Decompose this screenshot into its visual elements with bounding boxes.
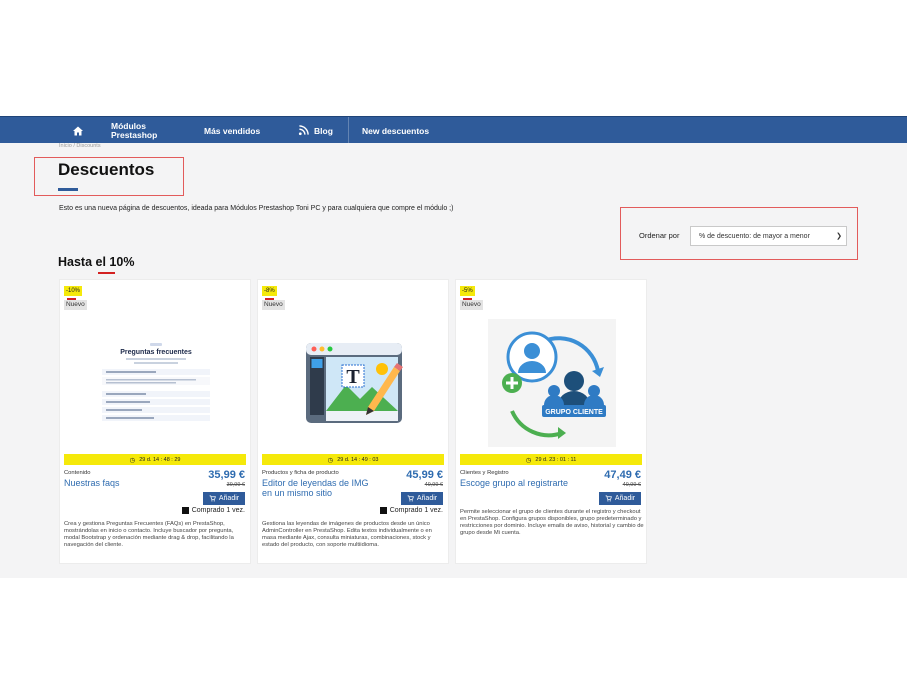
cart-icon [407,495,414,502]
product-category: Contenido [64,470,91,476]
bought-label: Comprado 1 vez. [389,507,443,514]
product-card[interactable]: -5% Nuevo GRUPO CLIENTE ◷ 29 d. 23: 01 … [455,279,647,564]
countdown-timer: ◷ 29 d. 23 : 01 : 11 [460,454,642,465]
countdown-value: 29 d. 23 : 01 : 11 [535,456,577,463]
faq-thumbnail: Preguntas frecuentes [94,339,218,427]
product-name[interactable]: Nuestras faqs [64,478,174,488]
sort-selected-value: % de descuento: de mayor a menor [699,232,810,240]
clock-icon: ◷ [129,456,136,464]
home-link[interactable] [68,117,88,144]
product-old-price: 49,99 € [622,482,641,488]
section-title: Hasta el 10% [58,255,135,269]
chevron-down-icon: ❯ [836,233,842,240]
add-to-cart-label: Añadir [614,495,636,502]
add-to-cart-button[interactable]: Añadir [401,492,443,505]
svg-text:T: T [346,366,360,388]
bag-icon [379,507,387,514]
discount-badge: -10% [64,286,83,296]
new-tag: Nuevo [262,300,285,310]
nav-divider [348,117,349,144]
cart-icon [209,495,216,502]
product-image[interactable]: T [258,313,450,453]
product-category: Productos y ficha de producto [262,470,339,476]
add-to-cart-label: Añadir [416,495,438,502]
group-image-label: GRUPO CLIENTE [545,409,603,416]
new-tag: Nuevo [460,300,483,310]
product-price: 45,99 € [406,469,443,481]
product-image[interactable]: Preguntas frecuentes [60,313,252,453]
nav-blog-label: Blog [314,125,333,136]
cart-icon [605,495,612,502]
blog-icon [298,125,309,136]
countdown-value: 29 d. 14 : 48 : 29 [139,456,181,463]
bought-count: Comprado 1 vez. [379,507,443,514]
product-description: Crea y gestiona Preguntas Frecuentes (FA… [64,521,234,548]
section-underline [98,272,115,274]
nav-modulos-line2: Prestashop [111,129,158,140]
product-price: 35,99 € [208,469,245,481]
title-underline [58,188,78,191]
countdown-timer: ◷ 29 d. 14 : 48 : 29 [64,454,246,465]
bought-label: Comprado 1 vez. [191,507,245,514]
product-description: Gestiona las leyendas de imágenes de pro… [262,521,432,548]
product-name[interactable]: Editor de leyendas de IMG en un mismo si… [262,478,372,498]
nav-modulos-prestashop[interactable]: Módulos Prestashop [111,117,157,144]
discount-badge: -8% [262,286,277,296]
add-to-cart-label: Añadir [218,495,240,502]
product-image[interactable]: GRUPO CLIENTE [456,313,648,453]
add-to-cart-button[interactable]: Añadir [203,492,245,505]
bag-icon [181,507,189,514]
product-price: 47,49 € [604,469,641,481]
discount-badge: -5% [460,286,475,296]
sort-select[interactable]: % de descuento: de mayor a menor ❯ [690,226,847,246]
breadcrumb[interactable]: Inicio / Discounts [59,143,101,149]
product-category: Clientes y Registro [460,470,509,476]
page-title: Descuentos [58,160,155,179]
countdown-value: 29 d. 14 : 49 : 03 [337,456,379,463]
customer-group-icon: GRUPO CLIENTE [488,319,616,447]
home-icon [73,126,83,135]
product-card[interactable]: -10% Nuevo Preguntas frecuentes ◷ 29 d. … [59,279,251,564]
product-card[interactable]: -8% Nuevo T ◷ 29 d. 14: 49: 03 Product… [257,279,449,564]
main-nav: Módulos Prestashop Más vendidos Blog New… [0,116,907,144]
clock-icon: ◷ [327,456,334,464]
nav-new-descuentos[interactable]: New descuentos [362,117,429,144]
nav-blog[interactable]: Blog [298,117,333,144]
add-to-cart-button[interactable]: Añadir [599,492,641,505]
product-old-price: 39,99 € [226,482,245,488]
clock-icon: ◷ [525,456,532,464]
product-old-price: 49,99 € [424,482,443,488]
nav-mas-vendidos[interactable]: Más vendidos [204,117,260,144]
sort-label: Ordenar por [639,231,680,240]
image-editor-icon: T [306,343,403,423]
new-tag: Nuevo [64,300,87,310]
product-name[interactable]: Escoge grupo al registrarte [460,478,570,488]
page-description: Esto es una nueva página de descuentos, … [59,205,454,212]
bought-count: Comprado 1 vez. [181,507,245,514]
page: Módulos Prestashop Más vendidos Blog New… [0,0,907,693]
faq-image-title: Preguntas frecuentes [120,349,192,356]
countdown-timer: ◷ 29 d. 14 : 49 : 03 [262,454,444,465]
product-description: Permite seleccionar el grupo de clientes… [460,509,644,536]
